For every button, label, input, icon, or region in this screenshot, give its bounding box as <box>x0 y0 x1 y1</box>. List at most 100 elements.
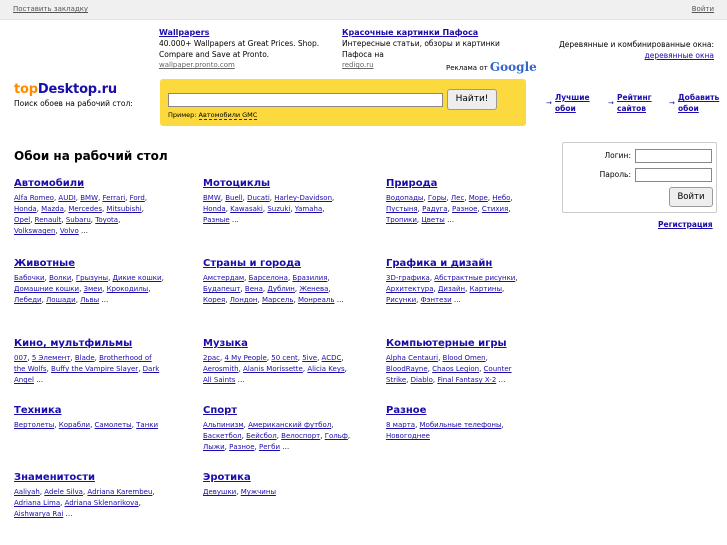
category-item-link[interactable]: Картины <box>470 285 502 293</box>
login-input[interactable] <box>635 149 712 163</box>
category-item-link[interactable]: 007 <box>14 354 27 362</box>
category-title[interactable]: Разное <box>386 405 526 416</box>
nav-best-wallpapers[interactable]: → Лучшие обои <box>546 92 590 114</box>
category-item-link[interactable]: Blade <box>75 354 95 362</box>
category-item-link[interactable]: Mitsubishi <box>106 205 141 213</box>
category-item-link[interactable]: BMW <box>80 194 98 202</box>
category-item-link[interactable]: Бейсбол <box>246 432 277 440</box>
top-login-link[interactable]: Войти <box>692 5 714 13</box>
category-item-link[interactable]: Adriana Lima <box>14 499 60 507</box>
category-item-link[interactable]: Adriana Karembeu <box>87 488 152 496</box>
category-title[interactable]: Компьютерные игры <box>386 338 526 349</box>
category-item-link[interactable]: Монреаль <box>298 296 335 304</box>
category-item-link[interactable]: Разное <box>229 443 254 451</box>
category-item-link[interactable]: Blood Omen <box>443 354 486 362</box>
search-button[interactable]: Найти! <box>447 89 497 110</box>
category-item-link[interactable]: Регби <box>259 443 280 451</box>
category-item-link[interactable]: Дизайн <box>438 285 465 293</box>
category-item-link[interactable]: 50 cent <box>271 354 297 362</box>
category-item-link[interactable]: Барселона <box>249 274 288 282</box>
category-item-link[interactable]: Фэнтези <box>421 296 452 304</box>
category-item-link[interactable]: Бразилия <box>292 274 327 282</box>
category-title[interactable]: Мотоциклы <box>203 178 353 189</box>
category-item-link[interactable]: Honda <box>14 205 37 213</box>
category-item-link[interactable]: Adele Silva <box>44 488 83 496</box>
category-item-link[interactable]: Грызуны <box>76 274 108 282</box>
category-item-link[interactable]: Будапешт <box>203 285 240 293</box>
category-item-link[interactable]: Домашние кошки <box>14 285 79 293</box>
category-title[interactable]: Графика и дизайн <box>386 258 526 269</box>
search-input[interactable] <box>168 93 443 107</box>
ads-by-google[interactable]: Реклама от Google <box>446 60 537 74</box>
nav-site-rating[interactable]: → Рейтинг сайтов <box>608 92 652 114</box>
bookmark-link[interactable]: Поставить закладку <box>13 5 88 13</box>
category-item-link[interactable]: Honda <box>203 205 226 213</box>
login-button[interactable]: Войти <box>669 187 713 207</box>
category-item-link[interactable]: Волки <box>49 274 71 282</box>
category-item-link[interactable]: Final Fantasy X-2 <box>437 376 496 384</box>
category-item-link[interactable]: Ducati <box>247 194 270 202</box>
password-input[interactable] <box>635 168 712 182</box>
category-item-link[interactable]: Ford <box>130 194 145 202</box>
category-item-link[interactable]: 5 Элемент <box>32 354 71 362</box>
category-title[interactable]: Знаменитости <box>14 472 164 483</box>
category-item-link[interactable]: Баскетбол <box>203 432 242 440</box>
category-item-link[interactable]: Opel <box>14 216 30 224</box>
category-item-link[interactable]: Diablo <box>411 376 433 384</box>
register-link[interactable]: Регистрация <box>658 220 713 229</box>
category-item-link[interactable]: Mercedes <box>68 205 102 213</box>
category-item-link[interactable]: 5ive <box>302 354 317 362</box>
search-example-link[interactable]: Автомобили GMC <box>198 111 258 120</box>
category-item-link[interactable]: Вертолеты <box>14 421 54 429</box>
category-item-link[interactable]: Гольф <box>325 432 348 440</box>
category-item-link[interactable]: Море <box>469 194 488 202</box>
category-title[interactable]: Автомобили <box>14 178 164 189</box>
category-item-link[interactable]: Змеи <box>84 285 103 293</box>
category-item-link[interactable]: Корабли <box>59 421 90 429</box>
category-item-link[interactable]: Девушки <box>203 488 236 496</box>
category-item-link[interactable]: Львы <box>80 296 99 304</box>
category-item-link[interactable]: BloodRayne <box>386 365 428 373</box>
category-item-link[interactable]: Лебеди <box>14 296 42 304</box>
category-item-link[interactable]: Suzuki <box>267 205 290 213</box>
category-item-link[interactable]: Alanis Morissette <box>243 365 303 373</box>
category-item-link[interactable]: Танки <box>136 421 158 429</box>
category-item-link[interactable]: Лондон <box>230 296 258 304</box>
category-item-link[interactable]: Тропики <box>386 216 417 224</box>
category-title[interactable]: Техника <box>14 405 164 416</box>
category-title[interactable]: Спорт <box>203 405 353 416</box>
category-item-link[interactable]: Небо <box>492 194 510 202</box>
category-item-link[interactable]: Kawasaki <box>230 205 263 213</box>
category-title[interactable]: Страны и города <box>203 258 353 269</box>
category-item-link[interactable]: Амстердам <box>203 274 244 282</box>
category-item-link[interactable]: Mazda <box>41 205 64 213</box>
category-item-link[interactable]: Женева <box>299 285 328 293</box>
category-item-link[interactable]: 8 марта <box>386 421 415 429</box>
category-item-link[interactable]: Harley-Davidson <box>274 194 332 202</box>
category-item-link[interactable]: Разное <box>452 205 477 213</box>
category-item-link[interactable]: Вена <box>245 285 263 293</box>
category-item-link[interactable]: 2pac <box>203 354 220 362</box>
category-item-link[interactable]: Радуга <box>422 205 447 213</box>
category-item-link[interactable]: Alfa Romeo <box>14 194 54 202</box>
category-item-link[interactable]: Ferrari <box>102 194 125 202</box>
nav-add-wallpaper[interactable]: → Добавить обои <box>669 92 719 114</box>
category-title[interactable]: Животные <box>14 258 164 269</box>
category-item-link[interactable]: Самолеты <box>95 421 132 429</box>
category-item-link[interactable]: Alicia Keys <box>307 365 344 373</box>
category-item-link[interactable]: 4 My People <box>225 354 267 362</box>
category-item-link[interactable]: Лыжи <box>203 443 225 451</box>
category-item-link[interactable]: Adriana Sklenarikova <box>65 499 139 507</box>
category-item-link[interactable]: Buell <box>225 194 242 202</box>
category-item-link[interactable]: Марсель <box>262 296 294 304</box>
category-item-link[interactable]: Alpha Centauri <box>386 354 438 362</box>
category-item-link[interactable]: Renault <box>35 216 62 224</box>
category-item-link[interactable]: Subaru <box>66 216 91 224</box>
category-item-link[interactable]: BMW <box>203 194 221 202</box>
category-item-link[interactable]: Разные <box>203 216 230 224</box>
category-item-link[interactable]: Chaos Legion <box>432 365 479 373</box>
category-item-link[interactable]: Лес <box>451 194 464 202</box>
category-item-link[interactable]: AUDI <box>58 194 75 202</box>
category-item-link[interactable]: Volkswagen <box>14 227 55 235</box>
category-item-link[interactable]: Мужчины <box>241 488 276 496</box>
